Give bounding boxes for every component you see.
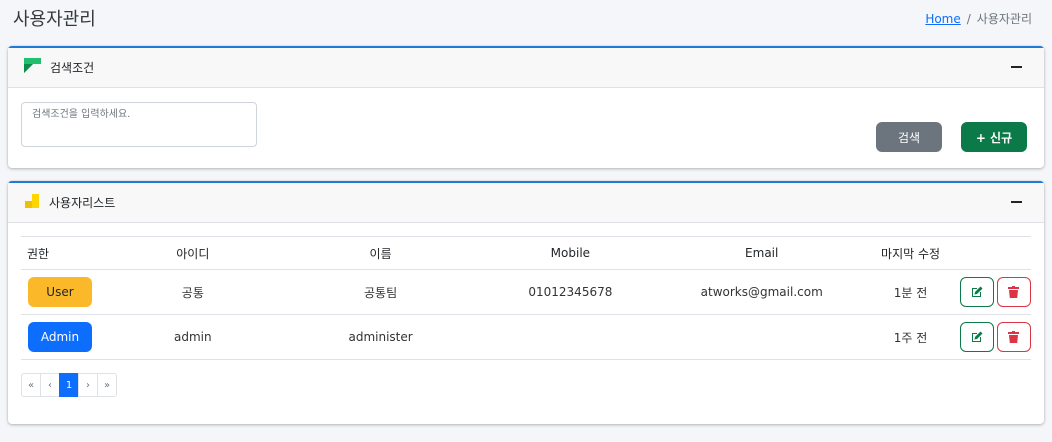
column-header-role[interactable]: 권한 — [21, 236, 105, 270]
list-card-header: 사용자리스트 — [8, 183, 1044, 223]
role-badge[interactable]: User — [27, 277, 92, 307]
column-header-email[interactable]: Email — [660, 236, 864, 270]
user-id-cell: admin — [104, 314, 281, 360]
role-badge[interactable]: Admin — [27, 322, 92, 352]
row-actions — [958, 277, 1031, 307]
list-card-title: 사용자리스트 — [49, 196, 116, 210]
email-cell — [660, 314, 864, 360]
breadcrumb-current: 사용자관리 — [976, 12, 1032, 26]
edit-icon — [971, 286, 983, 297]
breadcrumb-home-link[interactable]: Home — [925, 12, 960, 26]
table-row[interactable]: Admin admin administer 1주 전 — [21, 314, 1031, 360]
column-header-last-modified[interactable]: 마지막 수정 — [863, 236, 958, 270]
search-collapse-button[interactable] — [1010, 61, 1022, 73]
column-header-mobile[interactable]: Mobile — [480, 236, 661, 270]
column-header-id[interactable]: 아이디 — [104, 236, 281, 270]
last-modified-cell: 1분 전 — [863, 269, 958, 315]
search-input[interactable] — [21, 102, 257, 147]
search-card-title: 검색조건 — [50, 61, 95, 75]
user-table: 권한 아이디 이름 Mobile Email 마지막 수정 User 공통 공통… — [21, 236, 1031, 360]
list-collapse-button[interactable] — [1010, 196, 1022, 208]
search-card-header: 검색조건 — [8, 48, 1044, 88]
search-card: 검색조건 검색 + 신규 — [8, 46, 1044, 168]
table-row[interactable]: User 공통 공통팀 01012345678 atworks@gmail.co… — [21, 269, 1031, 315]
trash-icon — [1008, 286, 1020, 298]
email-cell: atworks@gmail.com — [660, 269, 864, 315]
edit-button[interactable] — [959, 322, 994, 352]
page-header: 사용자관리 Home / 사용자관리 — [0, 0, 1052, 40]
search-button[interactable]: 검색 — [876, 122, 942, 152]
delete-button[interactable] — [996, 322, 1031, 352]
pagination: « ‹ 1 › » — [21, 373, 117, 397]
minus-icon — [1010, 66, 1022, 68]
column-header-actions — [957, 236, 1031, 270]
stairs-icon — [24, 193, 40, 212]
edit-button[interactable] — [959, 277, 994, 307]
user-name-cell: 공통팀 — [280, 269, 481, 315]
page-first-button[interactable]: « — [21, 373, 41, 397]
user-name-cell: administer — [280, 314, 481, 360]
breadcrumb: Home / 사용자관리 — [925, 10, 1032, 27]
last-modified-cell: 1주 전 — [863, 314, 958, 360]
page-prev-button[interactable]: ‹ — [40, 373, 60, 397]
row-actions — [958, 322, 1031, 352]
page-next-button[interactable]: › — [78, 373, 98, 397]
table-header-row: 권한 아이디 이름 Mobile Email 마지막 수정 — [21, 236, 1031, 270]
page-number-button[interactable]: 1 — [59, 373, 79, 397]
column-header-name[interactable]: 이름 — [280, 236, 481, 270]
mobile-cell — [480, 314, 661, 360]
breadcrumb-separator: / — [966, 11, 971, 26]
delete-button[interactable] — [996, 277, 1031, 307]
edit-icon — [971, 331, 983, 342]
user-id-cell: 공통 — [104, 269, 281, 315]
form-icon — [24, 58, 41, 77]
page-title: 사용자관리 — [13, 9, 96, 30]
user-list-card: 사용자리스트 권한 아이디 이름 Mobile Email 마지막 수정 Use… — [8, 181, 1044, 424]
page-last-button[interactable]: » — [97, 373, 117, 397]
mobile-cell: 01012345678 — [480, 269, 661, 315]
add-user-button[interactable]: + 신규 — [961, 122, 1027, 152]
minus-icon — [1010, 201, 1022, 203]
trash-icon — [1008, 331, 1020, 343]
